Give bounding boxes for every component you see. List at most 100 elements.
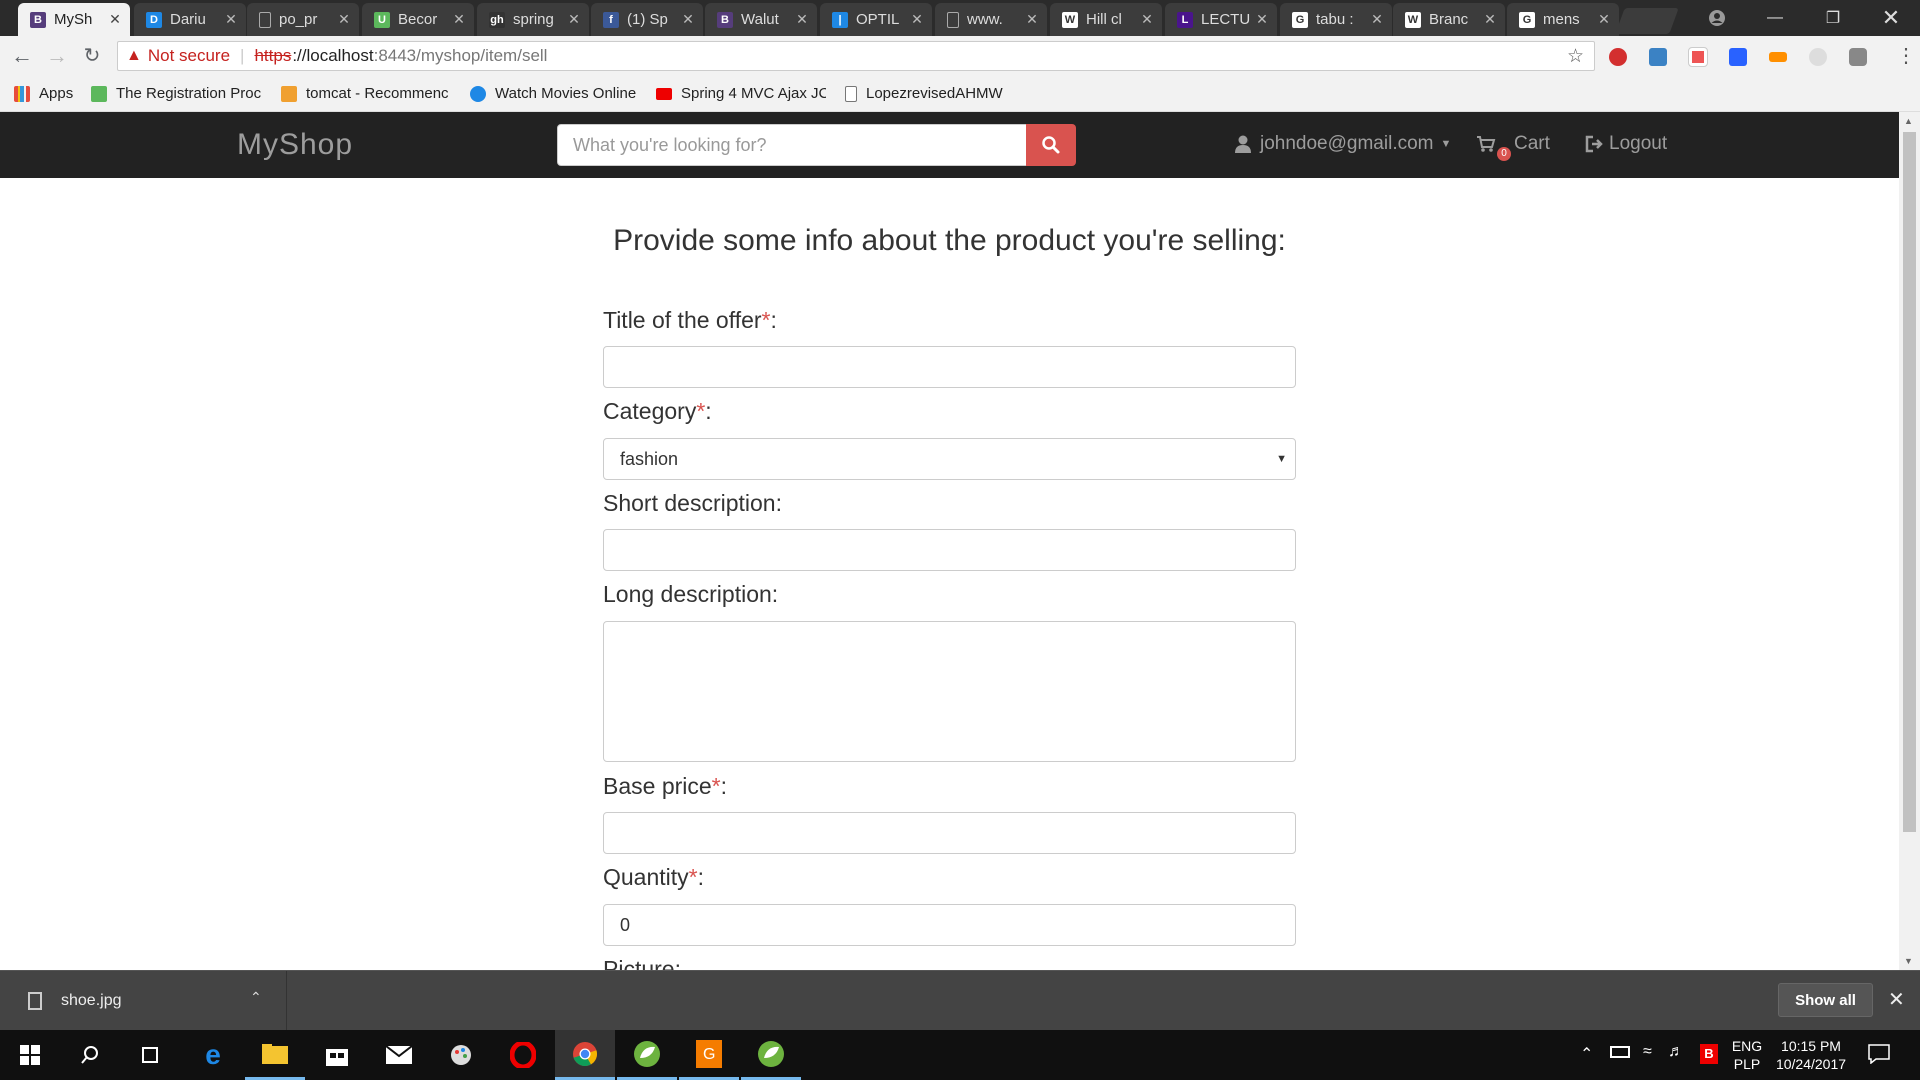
chrome-icon[interactable] [555,1030,615,1080]
chevron-up-icon[interactable]: ⌃ [250,989,262,1006]
tab-close-icon[interactable]: ✕ [679,11,697,28]
opera-extension-icon[interactable] [1609,48,1627,66]
scroll-down-icon[interactable]: ▼ [1904,956,1913,966]
search-taskbar-icon[interactable] [60,1030,120,1080]
browser-tab[interactable]: W Branc ✕ [1393,3,1505,36]
tab-close-icon[interactable]: ✕ [1595,11,1613,28]
cart-link[interactable]: Cart [1476,133,1550,155]
bookmark-star-icon[interactable]: ☆ [1567,45,1584,68]
browser-tab[interactable]: L LECTU ✕ [1165,3,1277,36]
tab-favicon-icon: | [832,11,848,28]
tab-close-icon[interactable]: ✕ [793,11,811,28]
tab-label: MySh [54,11,93,28]
category-select[interactable]: fashion ▼ [603,438,1296,480]
edge-icon[interactable]: e [183,1030,243,1080]
mail-icon[interactable] [369,1030,429,1080]
browser-tab[interactable]: | OPTIL ✕ [820,3,932,36]
browser-tab[interactable]: D Dariu ✕ [134,3,246,36]
opera-icon[interactable] [493,1030,553,1080]
spring-tool-icon[interactable] [617,1030,677,1080]
bookmark-tomcat[interactable]: tomcat - Recommenc [281,85,451,102]
reload-icon[interactable]: ↻ [79,44,105,70]
volume-icon[interactable]: ♬ [1668,1043,1684,1061]
title-input[interactable] [603,346,1296,388]
address-bar[interactable]: ▲ Not secure | https://localhost:8443/my… [117,41,1595,71]
tab-close-icon[interactable]: ✕ [1368,11,1386,28]
tab-close-icon[interactable]: ✕ [1481,11,1499,28]
tab-close-icon[interactable]: ✕ [222,11,240,28]
extension-it-icon[interactable] [1649,48,1667,66]
tab-close-icon[interactable]: ✕ [908,11,926,28]
youtube-icon [656,87,672,100]
store-icon[interactable] [307,1030,367,1080]
file-explorer-icon[interactable] [245,1030,305,1080]
new-tab-button[interactable] [1615,8,1679,34]
tray-chevron-icon[interactable]: ⌃ [1580,1044,1593,1064]
browser-tab[interactable]: Gmens ✕ [1507,3,1619,36]
tab-close-icon[interactable]: ✕ [1253,11,1271,28]
bookmark-spring-ajax[interactable]: Spring 4 MVC Ajax JC [656,85,826,102]
browser-tab[interactable]: po_pr ✕ [247,3,359,36]
long-description-textarea[interactable] [603,621,1296,762]
close-window-icon[interactable]: ✕ [1866,0,1916,36]
browser-tab[interactable]: B MySh ✕ [18,3,130,36]
windows-start-icon[interactable] [0,1030,60,1080]
logout-link[interactable]: Logout [1585,133,1667,155]
maximize-icon[interactable]: ❐ [1808,0,1858,36]
cart-count-badge: 0 [1497,147,1511,161]
battery-icon[interactable] [1610,1046,1630,1058]
pdf-app-icon[interactable]: G [679,1030,739,1080]
bitdefender-icon[interactable]: B [1700,1044,1718,1064]
browser-tab[interactable]: gh spring ✕ [477,3,589,36]
browser-tab[interactable]: B Walut ✕ [705,3,817,36]
tab-close-icon[interactable]: ✕ [106,11,124,28]
extension-css-icon[interactable] [1729,48,1747,66]
profile-icon[interactable] [1692,0,1742,36]
spring-tool-2-icon[interactable] [741,1030,801,1080]
tab-close-icon[interactable]: ✕ [565,11,583,28]
short-description-input[interactable] [603,529,1296,571]
clock[interactable]: 10:15 PM 10/24/2017 [1768,1037,1854,1073]
browser-tab[interactable]: f (1) Sp ✕ [591,3,703,36]
bookmark-watch-movies[interactable]: Watch Movies Online [470,85,640,102]
minimize-icon[interactable]: — [1750,0,1800,36]
search-input[interactable] [557,124,1027,166]
scrollbar-thumb[interactable] [1903,132,1916,832]
language-indicator[interactable]: ENG PLP [1730,1037,1764,1073]
extension-s-icon[interactable] [1849,48,1867,66]
quantity-input[interactable] [603,904,1296,946]
notifications-icon[interactable] [1868,1044,1890,1067]
user-dropdown[interactable]: johndoe@gmail.com ▼ [1234,133,1451,155]
search-button[interactable] [1026,124,1076,166]
wifi-icon[interactable]: ≈ [1643,1043,1652,1061]
browser-menu-icon[interactable]: ⋮ [1896,46,1916,66]
bookmark-lopez[interactable]: LopezrevisedAHMW [845,85,1003,102]
back-icon[interactable]: ← [9,44,35,70]
bookmark-registration[interactable]: The Registration Proc [91,85,261,102]
extension-calendar-icon[interactable] [1688,47,1708,67]
brand-logo[interactable]: MyShop [237,128,353,162]
tab-close-icon[interactable]: ✕ [335,11,353,28]
page-scrollbar[interactable]: ▲ ▼ [1899,112,1920,970]
paint-icon[interactable] [431,1030,491,1080]
scroll-up-icon[interactable]: ▲ [1904,116,1913,126]
tab-label: OPTIL [856,11,900,28]
extension-orange-icon[interactable] [1769,52,1787,62]
browser-tab[interactable]: Gtabu : ✕ [1280,3,1392,36]
bookmark-apps[interactable]: Apps [14,85,73,102]
browser-tab[interactable]: www. ✕ [935,3,1047,36]
close-download-bar-icon[interactable]: ✕ [1888,987,1905,1012]
task-view-icon[interactable] [120,1030,180,1080]
tab-label: Becor [398,11,438,28]
download-item[interactable]: shoe.jpg ⌃ [0,971,287,1030]
tab-close-icon[interactable]: ✕ [450,11,468,28]
base-price-input[interactable] [603,812,1296,854]
tab-close-icon[interactable]: ✕ [1023,11,1041,28]
forward-icon[interactable]: → [44,44,70,70]
show-all-button[interactable]: Show all [1778,983,1873,1017]
browser-tab[interactable]: U Becor ✕ [362,3,474,36]
tab-close-icon[interactable]: ✕ [1138,11,1156,28]
extension-circle-icon[interactable] [1809,48,1827,66]
browser-tab[interactable]: W Hill cl ✕ [1050,3,1162,36]
not-secure-label[interactable]: Not secure [148,46,230,66]
